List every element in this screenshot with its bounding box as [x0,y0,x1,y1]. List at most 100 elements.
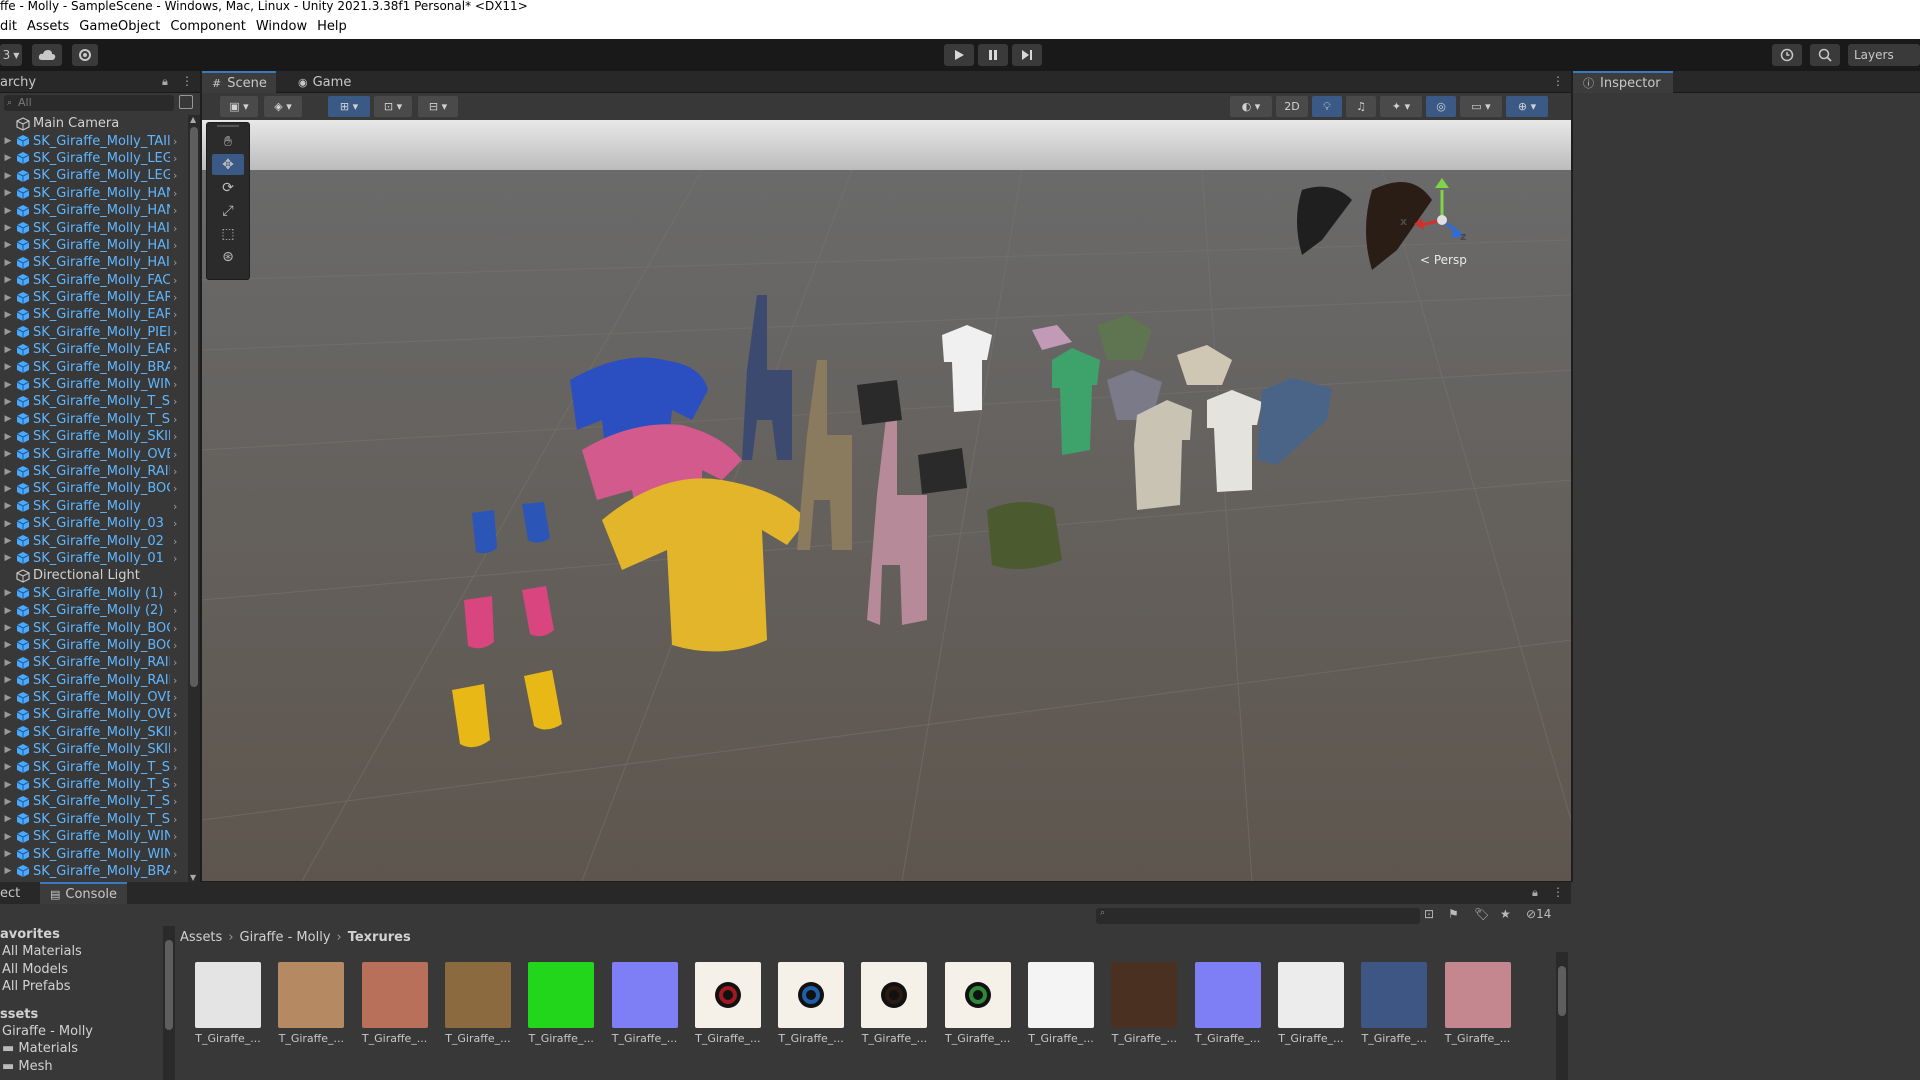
open-prefab-icon[interactable]: › [173,535,177,548]
menu-component[interactable]: Component [170,19,253,34]
open-prefab-icon[interactable]: › [173,308,177,321]
hierarchy-item[interactable]: ▶ SK_Giraffe_Molly_T_S › [0,758,188,775]
render-mode-dropdown[interactable]: ◈ ▾ [264,96,302,117]
menu-window[interactable]: Window [256,19,315,34]
expand-arrow-icon[interactable]: ▶ [0,362,16,372]
hierarchy-item[interactable]: ▶ SK_Giraffe_Molly_RAII › [0,463,188,480]
breadcrumb-item[interactable]: Assets [180,930,222,945]
asset-grid-scrollbar[interactable] [1556,952,1568,1080]
create-icon[interactable] [179,95,193,109]
pause-button[interactable] [978,44,1008,66]
hierarchy-scroll-thumb[interactable] [190,127,198,687]
asset-item[interactable]: T_Giraffe_... [773,962,849,1052]
open-prefab-icon[interactable]: › [173,465,177,478]
expand-arrow-icon[interactable]: ▶ [0,606,16,616]
hidden-count-badge[interactable]: ⊘14 [1526,907,1551,921]
hierarchy-item[interactable]: ▶ SK_Giraffe_Molly_BRA › [0,358,188,375]
open-prefab-icon[interactable]: › [173,604,177,617]
camera-dropdown[interactable]: ▭ ▾ [1460,96,1502,117]
hierarchy-item[interactable]: ▶ SK_Giraffe_Molly_OVE › [0,689,188,706]
assets-header[interactable]: ssets [0,1006,176,1023]
tag-icon[interactable]: 🏷︎ [1474,907,1489,921]
asset-item[interactable]: T_Giraffe_... [1190,962,1266,1052]
hierarchy-item[interactable]: ▶ SK_Giraffe_Molly_HAI › [0,219,188,236]
open-prefab-icon[interactable]: › [173,274,177,287]
hierarchy-item[interactable]: ▶ SK_Giraffe_Molly_T_S › [0,393,188,410]
scene-viewport[interactable]: x z < Persp ✋︎ ✥ ⟳ ⤢ ⬚ ⊛ [202,120,1571,881]
hierarchy-item[interactable]: ▶ SK_Giraffe_Molly_FAC › [0,272,188,289]
expand-arrow-icon[interactable]: ▶ [0,710,16,720]
menu-gameobject[interactable]: GameObject [79,19,168,34]
hierarchy-item[interactable]: ▶ SK_Giraffe_Molly_HAI › [0,254,188,271]
open-prefab-icon[interactable]: › [173,204,177,217]
grid-snap-dropdown[interactable]: ⊞ ▾ [328,96,370,117]
shading-dropdown[interactable]: ◐ ▾ [1230,96,1272,117]
open-prefab-icon[interactable]: › [173,795,177,808]
tab-game[interactable]: ◉ Game [288,71,361,93]
open-prefab-icon[interactable]: › [173,691,177,704]
filter-label-icon[interactable]: ⚑ [1448,907,1459,921]
expand-arrow-icon[interactable]: ▶ [0,467,16,477]
hierarchy-item[interactable]: ▶ SK_Giraffe_Molly_EAR › [0,289,188,306]
favorites-header[interactable]: avorites [0,926,176,943]
open-prefab-icon[interactable]: › [173,169,177,182]
open-prefab-icon[interactable]: › [173,326,177,339]
hierarchy-item[interactable]: ▶ SK_Giraffe_Molly_SKII › [0,724,188,741]
transform-tool-icon[interactable]: ⊛ [212,246,244,267]
hierarchy-item[interactable]: ▶ SK_Giraffe_Molly_01 › [0,550,188,567]
open-prefab-icon[interactable]: › [173,448,177,461]
menu-edit[interactable]: dit [0,19,25,34]
hierarchy-item[interactable]: ▶ SK_Giraffe_Molly_02 › [0,532,188,549]
filter-type-icon[interactable]: ⊡ [1424,907,1434,921]
tab-project[interactable]: ect [0,882,30,904]
scale-tool-icon[interactable]: ⤢ [212,200,244,221]
hierarchy-item[interactable]: ▶ SK_Giraffe_Molly_T_S › [0,793,188,810]
open-prefab-icon[interactable]: › [173,222,177,235]
lighting-toggle-icon[interactable]: 💡︎ [1312,96,1342,117]
hand-tool-icon[interactable]: ✋︎ [212,131,244,152]
project-tree-scroll-thumb[interactable] [165,940,173,1030]
open-prefab-icon[interactable]: › [173,135,177,148]
expand-arrow-icon[interactable]: ▶ [0,762,16,772]
project-search-input[interactable]: ⌕ [1096,908,1420,924]
lock-icon[interactable]: 🔒︎ [162,75,168,89]
hierarchy-item[interactable]: ▶ SK_Giraffe_Molly_PIEl › [0,324,188,341]
hierarchy-item[interactable]: ▶ SK_Giraffe_Molly_RAII › [0,672,188,689]
favorites-item[interactable]: All Materials [0,943,176,960]
hierarchy-item[interactable]: ▶ SK_Giraffe_Molly_LEG › [0,150,188,167]
hierarchy-item[interactable]: ▶ SK_Giraffe_Molly (2) › [0,602,188,619]
rotate-tool-icon[interactable]: ⟳ [212,177,244,198]
hierarchy-item[interactable]: ▶ SK_Giraffe_Molly_HAN › [0,202,188,219]
open-prefab-icon[interactable]: › [173,865,177,878]
play-button[interactable] [944,44,974,66]
asset-item[interactable]: T_Giraffe_... [190,962,266,1052]
snap-increment-dropdown[interactable]: ⊡ ▾ [374,96,412,117]
hierarchy-item[interactable]: ▶ SK_Giraffe_Molly_BOC › [0,619,188,636]
expand-arrow-icon[interactable]: ▶ [0,223,16,233]
open-prefab-icon[interactable]: › [173,517,177,530]
open-prefab-icon[interactable]: › [173,187,177,200]
tab-console[interactable]: ▤ Console [40,882,128,904]
asset-item[interactable]: T_Giraffe_... [940,962,1016,1052]
hierarchy-item[interactable]: ▶ SK_Giraffe_Molly_OVE › [0,445,188,462]
open-prefab-icon[interactable]: › [173,413,177,426]
hierarchy-item[interactable]: ▶ SK_Giraffe_Molly_WIN › [0,376,188,393]
open-prefab-icon[interactable]: › [173,813,177,826]
expand-arrow-icon[interactable]: ▶ [0,258,16,268]
effects-dropdown[interactable]: ✦ ▾ [1380,96,1422,117]
open-prefab-icon[interactable]: › [173,552,177,565]
hierarchy-item[interactable]: ▶ SK_Giraffe_Molly › [0,498,188,515]
open-prefab-icon[interactable]: › [173,848,177,861]
kebab-menu-icon[interactable]: ⋮ [1552,74,1564,88]
move-tool-icon[interactable]: ✥ [212,154,244,175]
open-prefab-icon[interactable]: › [173,291,177,304]
asset-item[interactable]: T_Giraffe_... [440,962,516,1052]
asset-item[interactable]: T_Giraffe_... [523,962,599,1052]
open-prefab-icon[interactable]: › [173,778,177,791]
asset-item[interactable]: T_Giraffe_... [357,962,433,1052]
step-button[interactable] [1012,44,1042,66]
expand-arrow-icon[interactable]: ▶ [0,745,16,755]
expand-arrow-icon[interactable]: ▶ [0,780,16,790]
search-icon[interactable] [1810,44,1840,66]
menu-help[interactable]: Help [317,19,355,34]
